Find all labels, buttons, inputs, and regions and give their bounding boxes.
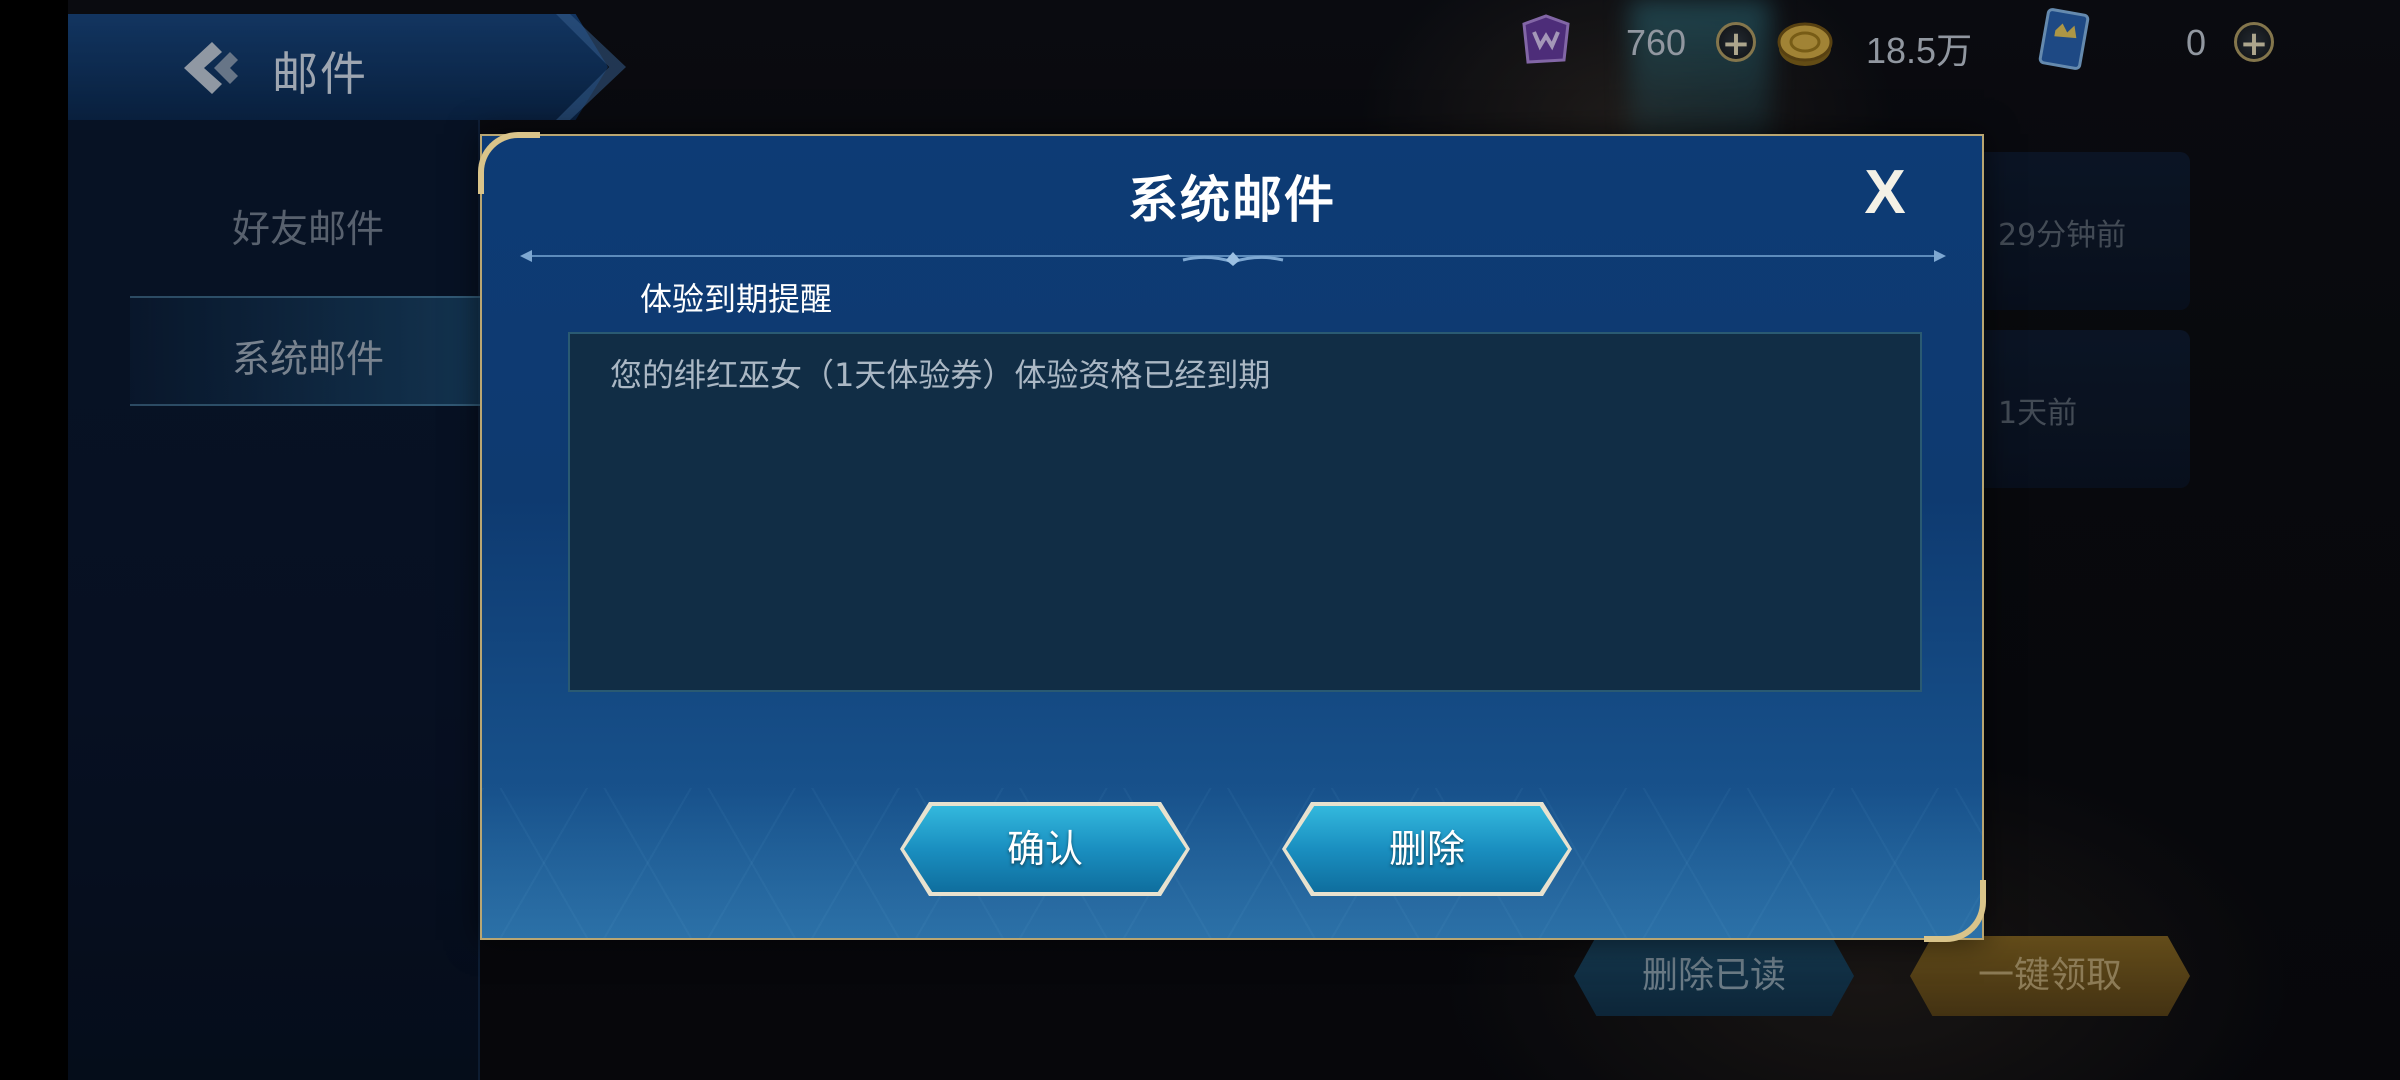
title-divider xyxy=(520,250,1946,266)
confirm-button[interactable]: 确认 xyxy=(900,802,1190,896)
close-button[interactable]: X xyxy=(1850,158,1920,228)
dialog-floor-decoration xyxy=(482,788,1982,938)
mail-subject: 体验到期提醒 xyxy=(640,280,833,318)
mail-body-box: 您的绯红巫女（1天体验券）体验资格已经到期 xyxy=(568,332,1922,692)
delete-button-label: 删除 xyxy=(1388,827,1465,871)
system-mail-dialog: 系统邮件 X 体验到期提醒 您的绯红巫女（1天体验券）体验资格已经到期 确认 删… xyxy=(478,132,1986,942)
mail-screen: 邮件 760 + 18.5万 0 + 好友邮件 系统邮件 29分钟前 1天前 删… xyxy=(0,0,2400,1080)
confirm-button-label: 确认 xyxy=(1006,827,1083,871)
mail-body-text: 您的绯红巫女（1天体验券）体验资格已经到期 xyxy=(610,356,1271,394)
dialog-title: 系统邮件 xyxy=(1128,171,1336,229)
delete-button[interactable]: 删除 xyxy=(1282,802,1572,896)
